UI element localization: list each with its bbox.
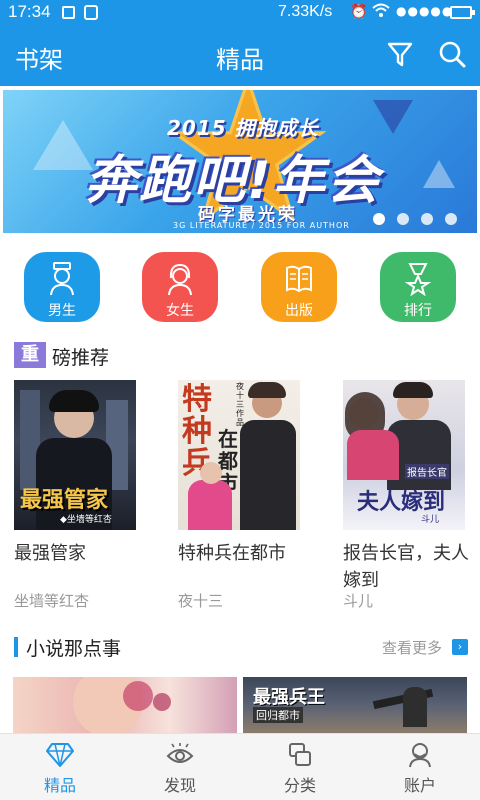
category-female[interactable]: 女生 bbox=[142, 252, 218, 322]
book-author: 坐墙等红杏 bbox=[14, 592, 90, 610]
user-icon bbox=[409, 743, 431, 768]
network-speed: 7.33K/s bbox=[278, 3, 333, 20]
section-title: 磅推荐 bbox=[52, 347, 110, 369]
book-author: 夜十三 bbox=[178, 592, 224, 610]
battery-icon bbox=[450, 6, 475, 19]
category-label: 男生 bbox=[48, 303, 76, 319]
nav-label: 精品 bbox=[43, 776, 76, 795]
category-ranking[interactable]: 排行 bbox=[380, 252, 456, 322]
banner-page-dot[interactable] bbox=[421, 213, 433, 225]
book-title[interactable]: 特种兵在都市 bbox=[178, 540, 328, 567]
nav-tab-account[interactable]: 账户 bbox=[360, 734, 480, 800]
book-cover-subtitle: 报告长官 bbox=[405, 464, 449, 479]
banner-tagline: 3G LITERATURE / 2015 FOR AUTHOR bbox=[173, 221, 350, 230]
book-title[interactable]: 报告长官，夫人嫁到 bbox=[343, 540, 471, 594]
female-avatar-icon bbox=[168, 263, 192, 296]
banner-pagination bbox=[361, 210, 457, 229]
section-accent-bar bbox=[14, 637, 18, 657]
book-cover-author: 斗儿 bbox=[421, 515, 440, 525]
nav-tab-discover[interactable]: 发现 bbox=[120, 734, 240, 800]
wifi-icon bbox=[372, 3, 390, 23]
app-notification-icon bbox=[84, 5, 98, 20]
nav-tab-category[interactable]: 分类 bbox=[240, 734, 360, 800]
story-card[interactable] bbox=[13, 677, 237, 733]
male-avatar-icon bbox=[50, 262, 74, 296]
book-cover[interactable]: 报告长官 夫人嫁到 斗儿 bbox=[343, 380, 465, 530]
signal-strength: ●●●●● bbox=[396, 4, 454, 18]
book-cover-author: 夜十三作品 bbox=[236, 382, 244, 427]
eye-icon bbox=[166, 743, 194, 763]
section-tag: 重 bbox=[14, 342, 46, 368]
category-label: 排行 bbox=[404, 303, 432, 319]
medal-icon bbox=[404, 263, 432, 296]
section-title: 小说那点事 bbox=[26, 638, 122, 660]
book-cover[interactable]: 特种兵 在都市 夜十三作品 bbox=[178, 380, 300, 530]
banner-page-dot[interactable] bbox=[445, 213, 457, 225]
book-cover-author: ◆坐墙等红杏 bbox=[60, 515, 112, 525]
see-more-link[interactable]: 查看更多 bbox=[382, 637, 442, 658]
book-cover[interactable]: 最强管家 ◆坐墙等红杏 bbox=[14, 380, 136, 530]
category-label: 女生 bbox=[166, 303, 194, 319]
bottom-navigation: 精品 发现 分类 账户 bbox=[0, 733, 480, 800]
category-label: 出版 bbox=[285, 303, 313, 319]
banner-page-dot[interactable] bbox=[373, 213, 385, 225]
banner-headline-small: 2015 拥抱成长 bbox=[167, 116, 319, 140]
nav-tab-featured[interactable]: 精品 bbox=[0, 734, 120, 800]
status-time: 17:34 bbox=[8, 2, 51, 21]
book-cover-title: 最强管家 bbox=[20, 488, 109, 513]
shield-notification-icon bbox=[62, 6, 75, 19]
book-icon bbox=[286, 265, 312, 293]
alarm-icon: ⏰ bbox=[350, 4, 368, 20]
story-card[interactable]: 最强兵王 回归都市 bbox=[243, 677, 467, 733]
category-icon bbox=[289, 743, 311, 766]
chevron-right-icon[interactable]: › bbox=[452, 639, 468, 655]
app-bar: 书架 精品 bbox=[0, 26, 480, 86]
nav-label: 发现 bbox=[163, 776, 196, 795]
category-male[interactable]: 男生 bbox=[24, 252, 100, 322]
nav-label: 分类 bbox=[283, 776, 316, 795]
search-icon[interactable] bbox=[436, 38, 468, 70]
nav-label: 账户 bbox=[403, 776, 436, 795]
filter-icon[interactable] bbox=[384, 38, 416, 70]
story-card-title: 最强兵王 bbox=[253, 687, 325, 708]
diamond-icon bbox=[46, 743, 74, 767]
story-card-subtitle: 回归都市 bbox=[253, 707, 303, 723]
book-author: 斗儿 bbox=[343, 592, 374, 610]
promo-banner[interactable]: 2015 拥抱成长 奔跑吧!年会 码字最光荣 3G LITERATURE / 2… bbox=[3, 90, 477, 233]
banner-page-dot[interactable] bbox=[397, 213, 409, 225]
category-publish[interactable]: 出版 bbox=[261, 252, 337, 322]
status-bar: 17:34 7.33K/s ⏰ ●●●●● bbox=[0, 0, 480, 26]
book-title[interactable]: 最强管家 bbox=[14, 540, 154, 567]
